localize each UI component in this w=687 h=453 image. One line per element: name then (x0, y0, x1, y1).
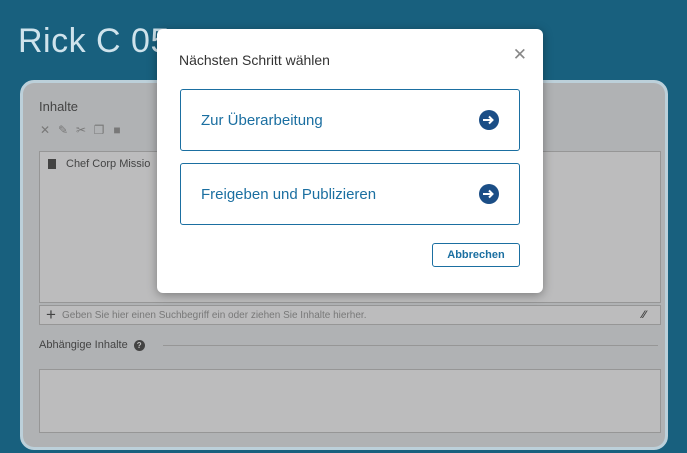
close-icon[interactable]: ✕ (513, 46, 527, 63)
dialog-title: Nächsten Schritt wählen (179, 52, 330, 68)
option-revision-button[interactable]: Zur Überarbeitung (180, 89, 520, 151)
page-title: Rick C 05. (18, 22, 180, 60)
option-label: Freigeben und Publizieren (201, 185, 377, 203)
next-step-dialog: Nächsten Schritt wählen ✕ Zur Überarbeit… (157, 29, 543, 293)
option-label: Zur Überarbeitung (201, 111, 323, 129)
option-publish-button[interactable]: Freigeben und Publizieren (180, 163, 520, 225)
arrow-right-icon (479, 110, 499, 130)
arrow-right-icon (479, 184, 499, 204)
cancel-button[interactable]: Abbrechen (432, 243, 520, 267)
